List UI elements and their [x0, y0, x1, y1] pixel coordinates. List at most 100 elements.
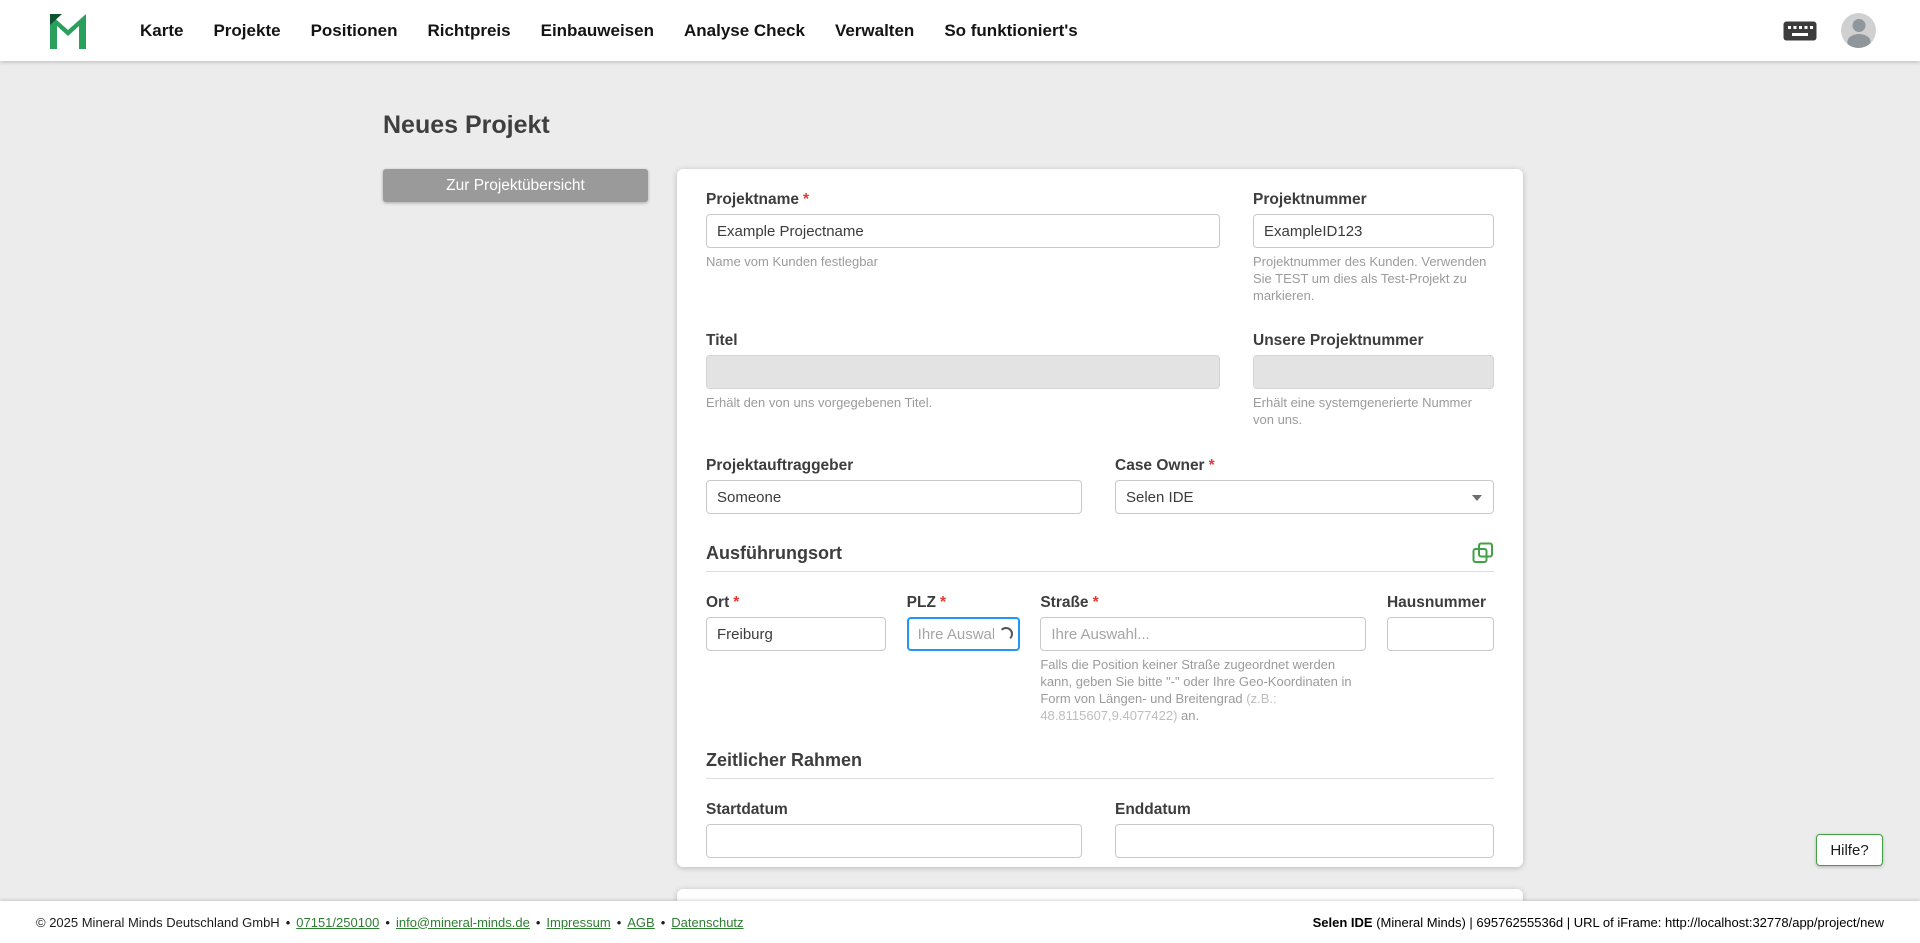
- ort-label-text: Ort: [706, 594, 730, 611]
- field-plz: PLZ *: [906, 594, 1020, 724]
- plz-label: PLZ *: [907, 594, 1020, 612]
- nav-item-so-funktionierts[interactable]: So funktioniert's: [944, 0, 1077, 61]
- footer-separator: •: [616, 914, 622, 930]
- hausnummer-label: Hausnummer: [1386, 594, 1487, 611]
- field-titel: Titel Erhält den von uns vorgegebenen Ti…: [706, 332, 1220, 428]
- footer-session-details: (Mineral Minds) | 69576255536d | URL of …: [1372, 914, 1884, 930]
- required-asterisk: *: [803, 191, 810, 208]
- section-divider: [706, 778, 1494, 779]
- plz-label-text: PLZ: [906, 594, 936, 611]
- user-avatar[interactable]: [1841, 13, 1876, 48]
- projektname-helper: Name vom Kunden festlegbar: [706, 254, 878, 269]
- plz-input-wrapper: [906, 617, 1020, 651]
- nav-item-projekte[interactable]: Projekte: [213, 0, 280, 61]
- project-form-card: Projektname* Name vom Kunden festlegbar …: [677, 169, 1523, 867]
- strasse-helper-main: Falls die Position keiner Straße zugeord…: [1040, 657, 1352, 706]
- required-asterisk: *: [1208, 457, 1215, 474]
- footer-copyright: © 2025 Mineral Minds Deutschland GmbH: [36, 914, 280, 930]
- avatar-head-icon: [1852, 19, 1865, 32]
- required-asterisk: *: [1092, 594, 1099, 611]
- projektname-label: Projektname *: [706, 191, 1220, 209]
- section-zeitlicher-rahmen-header: Zeitlicher Rahmen: [706, 750, 1494, 771]
- titel-label: Titel: [706, 332, 738, 349]
- field-ort: Ort *: [706, 594, 886, 724]
- footer-user-name: Selen IDE: [1312, 914, 1373, 930]
- chevron-down-icon: [1472, 495, 1482, 501]
- projektnummer-helper: Projektnummer des Kunden. Verwenden Sie …: [1253, 254, 1487, 303]
- required-asterisk: *: [939, 594, 946, 611]
- ort-input[interactable]: [706, 617, 886, 651]
- nav-item-positionen[interactable]: Positionen: [311, 0, 398, 61]
- strasse-helper-suffix: an.: [1177, 708, 1200, 723]
- projektauftraggeber-label: Projektauftraggeber: [706, 457, 854, 474]
- unsere-projektnummer-input: [1253, 355, 1494, 389]
- form-row-1: Projektname* Name vom Kunden festlegbar …: [706, 191, 1494, 304]
- keyboard-icon[interactable]: [1783, 21, 1817, 41]
- next-card-peek: [677, 889, 1523, 901]
- footer-phone-link[interactable]: 07151/250100: [296, 915, 379, 930]
- nav-item-einbauweisen[interactable]: Einbauweisen: [541, 0, 654, 61]
- form-row-5: Startdatum Enddatum: [706, 801, 1494, 858]
- field-unsere-projektnummer: Unsere Projektnummer Erhält eine systemg…: [1253, 332, 1494, 428]
- field-projektauftraggeber: Projektauftraggeber: [706, 457, 1082, 514]
- zeitlicher-rahmen-title: Zeitlicher Rahmen: [706, 750, 863, 770]
- startdatum-label: Startdatum: [706, 801, 788, 818]
- projektauftraggeber-input[interactable]: [706, 480, 1082, 514]
- main-content: Neues Projekt Zur Projektübersicht Proje…: [0, 61, 1920, 901]
- field-hausnummer: Hausnummer: [1386, 594, 1494, 724]
- footer-email-link[interactable]: info@mineral-minds.de: [396, 915, 530, 930]
- strasse-label-text: Straße: [1040, 594, 1089, 611]
- startdatum-input[interactable]: [706, 824, 1082, 858]
- hausnummer-input[interactable]: [1386, 617, 1494, 651]
- footer-left: © 2025 Mineral Minds Deutschland GmbH • …: [36, 915, 744, 930]
- required-asterisk: *: [733, 594, 740, 611]
- field-projektname: Projektname* Name vom Kunden festlegbar: [706, 191, 1220, 304]
- field-strasse: Straße* Falls die Position keiner Straße…: [1040, 594, 1367, 724]
- page-footer: © 2025 Mineral Minds Deutschland GmbH • …: [0, 901, 1920, 943]
- nav-item-richtpreis[interactable]: Richtpreis: [427, 0, 510, 61]
- unsere-projektnummer-helper: Erhält eine systemgenerierte Nummer von …: [1253, 395, 1472, 427]
- footer-separator: •: [535, 914, 541, 930]
- navbar-right: [1783, 13, 1876, 48]
- titel-helper: Erhält den von uns vorgegebenen Titel.: [706, 395, 933, 410]
- unsere-projektnummer-label: Unsere Projektnummer: [1253, 332, 1424, 349]
- form-row-2: Titel Erhält den von uns vorgegebenen Ti…: [706, 332, 1494, 428]
- strasse-helper: Falls die Position keiner Straße zugeord…: [1040, 656, 1366, 724]
- titel-input: [706, 355, 1220, 389]
- strasse-input[interactable]: [1040, 617, 1367, 651]
- nav-item-analyse-check[interactable]: Analyse Check: [684, 0, 805, 61]
- nav-item-verwalten[interactable]: Verwalten: [835, 0, 914, 61]
- projektnummer-input[interactable]: [1253, 214, 1494, 248]
- copy-icon[interactable]: [1472, 542, 1494, 564]
- case-owner-label: Case Owner *: [1115, 457, 1494, 475]
- field-startdatum: Startdatum: [706, 801, 1082, 858]
- top-navbar: Karte Projekte Positionen Richtpreis Ein…: [0, 0, 1920, 61]
- footer-separator: •: [660, 914, 666, 930]
- case-owner-selected-value: Selen IDE: [1126, 488, 1194, 506]
- case-owner-label-text: Case Owner: [1115, 457, 1205, 474]
- section-ausfuehrungsort-header: Ausführungsort: [706, 542, 1494, 564]
- zur-projektuebersicht-button[interactable]: Zur Projektübersicht: [383, 169, 648, 202]
- avatar-shoulders-icon: [1847, 34, 1870, 48]
- projektname-input[interactable]: [706, 214, 1220, 248]
- footer-separator: •: [385, 914, 390, 930]
- case-owner-select[interactable]: Selen IDE: [1115, 480, 1494, 514]
- footer-agb-link[interactable]: AGB: [627, 915, 654, 930]
- strasse-label: Straße *: [1040, 594, 1366, 612]
- projektnummer-label: Projektnummer: [1253, 191, 1367, 208]
- ort-label: Ort *: [706, 594, 886, 612]
- footer-session-info: Selen IDE (Mineral Minds) | 69576255536d…: [1313, 915, 1884, 930]
- field-projektnummer: Projektnummer Projektnummer des Kunden. …: [1253, 191, 1494, 304]
- enddatum-label: Enddatum: [1115, 801, 1191, 818]
- footer-impressum-link[interactable]: Impressum: [546, 915, 610, 930]
- form-row-3: Projektauftraggeber Case Owner* Selen ID…: [706, 457, 1494, 514]
- nav-item-karte[interactable]: Karte: [140, 0, 183, 61]
- ausfuehrungsort-title: Ausführungsort: [706, 542, 842, 563]
- projektname-label-text: Projektname: [706, 191, 800, 208]
- main-nav: Karte Projekte Positionen Richtpreis Ein…: [140, 0, 1078, 61]
- hilfe-button[interactable]: Hilfe?: [1816, 834, 1883, 866]
- field-enddatum: Enddatum: [1115, 801, 1494, 858]
- enddatum-input[interactable]: [1115, 824, 1494, 858]
- page-title: Neues Projekt: [383, 111, 550, 139]
- footer-datenschutz-link[interactable]: Datenschutz: [671, 915, 743, 930]
